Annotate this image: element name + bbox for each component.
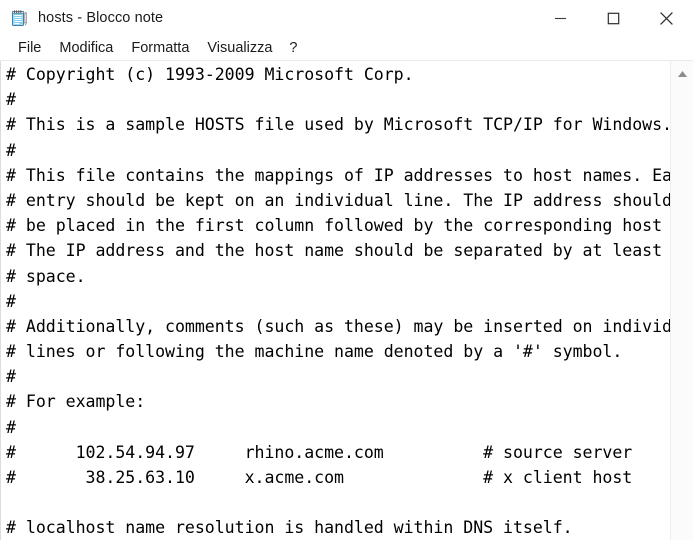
title-bar[interactable]: hosts - Blocco note	[0, 0, 693, 36]
notepad-window: hosts - Blocco note File Modifica Format…	[0, 0, 693, 540]
text-line: #	[6, 291, 16, 311]
text-editor[interactable]: # Copyright (c) 1993-2009 Microsoft Corp…	[0, 61, 670, 540]
maximize-button[interactable]	[587, 0, 640, 36]
text-line: #	[6, 367, 16, 387]
text-line: # For example:	[6, 392, 146, 412]
text-line: # Additionally, comments (such as these)…	[6, 316, 670, 336]
menu-item-file[interactable]: File	[9, 37, 50, 59]
vertical-scrollbar[interactable]	[670, 61, 693, 540]
menu-bar: File Modifica Formatta Visualizza ?	[0, 36, 693, 60]
title-bar-left: hosts - Blocco note	[0, 9, 534, 28]
text-line: # localhost name resolution is handled w…	[6, 518, 573, 538]
menu-item-modifica[interactable]: Modifica	[50, 37, 122, 59]
scroll-up-arrow-icon[interactable]	[671, 66, 693, 82]
text-line: # entry should be kept on an individual …	[6, 190, 670, 210]
text-line: # 102.54.94.97 rhino.acme.com # source s…	[6, 442, 633, 462]
text-line	[6, 490, 670, 515]
text-line: # The IP address and the host name shoul…	[6, 241, 670, 261]
text-line: #	[6, 90, 16, 110]
window-controls	[534, 0, 693, 36]
text-line: # be placed in the first column followed…	[6, 216, 670, 236]
text-line: # Copyright (c) 1993-2009 Microsoft Corp…	[6, 65, 414, 84]
text-line: #	[6, 417, 16, 437]
text-line: # This file contains the mappings of IP …	[6, 165, 670, 185]
menu-item-visualizza[interactable]: Visualizza	[198, 37, 281, 59]
menu-item-formatta[interactable]: Formatta	[122, 37, 198, 59]
text-line: # This is a sample HOSTS file used by Mi…	[6, 115, 670, 135]
text-line: # lines or following the machine name de…	[6, 342, 623, 362]
text-line: # space.	[6, 266, 86, 286]
notepad-icon	[10, 9, 29, 28]
text-line: # 38.25.63.10 x.acme.com # x client host	[6, 468, 633, 487]
minimize-button[interactable]	[534, 0, 587, 36]
window-title: hosts - Blocco note	[38, 10, 164, 26]
close-button[interactable]	[640, 0, 693, 36]
menu-item-help[interactable]: ?	[281, 37, 305, 59]
text-line: #	[6, 140, 16, 160]
text-content: # Copyright (c) 1993-2009 Microsoft Corp…	[6, 62, 670, 540]
editor-area: # Copyright (c) 1993-2009 Microsoft Corp…	[0, 60, 693, 540]
